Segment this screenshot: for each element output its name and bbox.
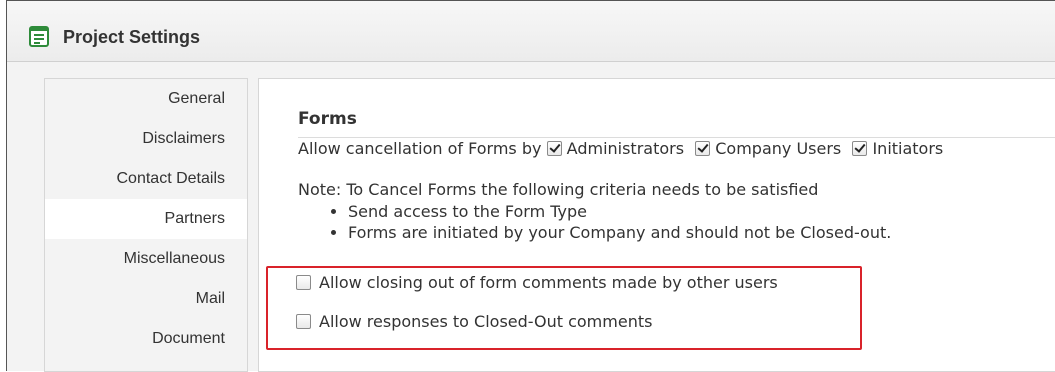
cancel-label: Allow cancellation of Forms by (298, 139, 542, 158)
sidebar-item-contact-details[interactable]: Contact Details (45, 159, 247, 199)
sidebar-item-document[interactable]: Document (45, 319, 247, 359)
responses-to-closed-out-checkbox[interactable] (296, 314, 311, 329)
sidebar-item-miscellaneous[interactable]: Miscellaneous (45, 239, 247, 279)
close-out-others-comments-checkbox[interactable] (296, 275, 311, 290)
list-item: Forms are initiated by your Company and … (329, 222, 891, 243)
responses-to-closed-out-label: Allow responses to Closed-Out comments (319, 312, 653, 331)
form-document-icon (29, 26, 49, 47)
administrators-checkbox[interactable] (546, 141, 562, 156)
sidebar-item-mail[interactable]: Mail (45, 279, 247, 319)
list-item: Send access to the Form Type (329, 201, 891, 222)
company-users-checkbox[interactable] (695, 141, 711, 156)
close-out-others-comments-label: Allow closing out of form comments made … (319, 273, 778, 292)
window-titlebar: Project Settings (7, 1, 1055, 62)
settings-sidebar: General Disclaimers Contact Details Part… (44, 78, 248, 372)
option-close-out-others-comments[interactable]: Allow closing out of form comments made … (296, 273, 778, 292)
sidebar-item-disclaimers[interactable]: Disclaimers (45, 119, 247, 159)
criteria-list: Send access to the Form Type Forms are i… (329, 201, 891, 243)
option-responses-to-closed-out[interactable]: Allow responses to Closed-Out comments (296, 312, 652, 331)
cancel-note: Note: To Cancel Forms the following crit… (298, 180, 819, 199)
sidebar-item-general[interactable]: General (45, 79, 247, 119)
window-title: Project Settings (63, 27, 201, 47)
initiators-label: Initiators (872, 139, 944, 158)
administrators-label: Administrators (566, 139, 685, 158)
cancel-permissions-row: Allow cancellation of Forms by Administr… (298, 139, 943, 158)
section-title-forms: Forms (298, 109, 1055, 138)
initiators-checkbox[interactable] (852, 141, 868, 156)
sidebar-item-partners[interactable]: Partners (45, 199, 247, 239)
company-users-label: Company Users (715, 139, 842, 158)
